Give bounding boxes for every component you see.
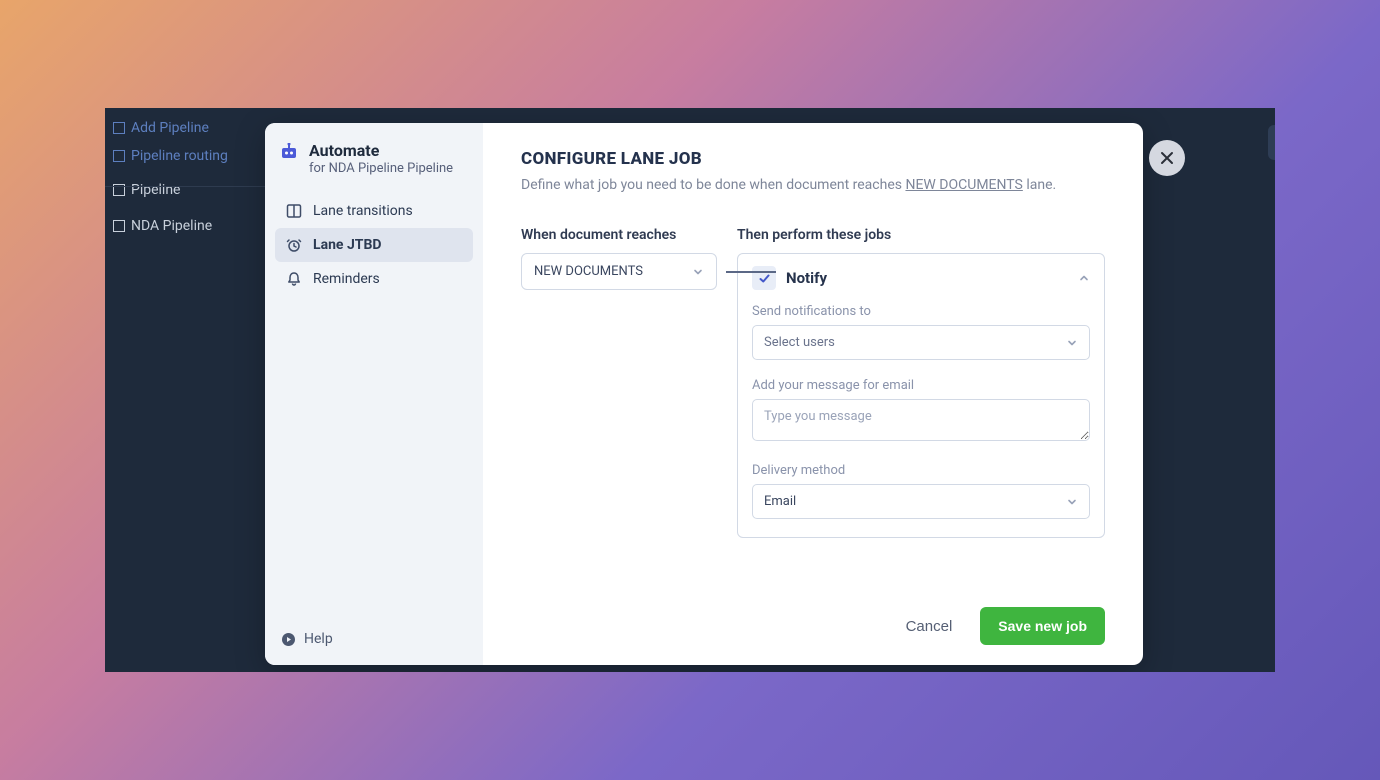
bg-add-pipeline: Add Pipeline: [109, 114, 255, 142]
delivery-method-value: Email: [764, 494, 796, 509]
nav-lane-jtbd-label: Lane JTBD: [313, 237, 381, 253]
bg-sidebar-item-pipeline-label: Pipeline: [131, 182, 181, 198]
automate-header: Automate for NDA Pipeline Pipeline: [275, 141, 473, 176]
chevron-down-icon: [1066, 337, 1078, 349]
close-icon: [1160, 151, 1174, 165]
send-to-select[interactable]: Select users: [752, 325, 1090, 360]
lane-select[interactable]: NEW DOCUMENTS: [521, 253, 717, 290]
help-link-label: Help: [304, 631, 333, 647]
modal-footer: Cancel Save new job: [521, 577, 1105, 645]
send-to-placeholder: Select users: [764, 335, 835, 350]
nav-lane-transitions[interactable]: Lane transitions: [275, 194, 473, 228]
routing-icon: [113, 150, 125, 162]
chevron-down-icon: [1066, 496, 1078, 508]
when-column: When document reaches NEW DOCUMENTS: [521, 227, 717, 290]
message-label: Add your message for email: [752, 378, 1090, 393]
lane-select-value: NEW DOCUMENTS: [534, 264, 643, 279]
plus-icon: [113, 122, 125, 134]
bg-sidebar-item-nda: NDA Pipeline: [109, 210, 255, 242]
job-header[interactable]: Notify: [752, 266, 1090, 290]
nav-reminders-label: Reminders: [313, 271, 380, 287]
cancel-button[interactable]: Cancel: [900, 610, 959, 643]
page-title: CONFIGURE LANE JOB: [521, 149, 1105, 169]
automate-title: Automate: [309, 141, 453, 160]
bg-add-pipeline-label: Add Pipeline: [131, 120, 209, 136]
automate-subtitle: for NDA Pipeline Pipeline: [309, 161, 453, 176]
folder-icon: [113, 220, 125, 232]
bg-chip-1: 0: [1268, 125, 1275, 160]
bell-icon: [285, 271, 303, 287]
modal-sidebar: Automate for NDA Pipeline Pipeline Lane …: [265, 123, 483, 665]
chevron-up-icon: [1078, 272, 1090, 284]
send-to-label: Send notifications to: [752, 304, 1090, 319]
bg-divider: [105, 186, 265, 187]
check-icon: [752, 266, 776, 290]
then-label: Then perform these jobs: [737, 227, 1105, 243]
background-app-window: Add Pipeline Pipeline routing Pipeline N…: [105, 108, 1275, 672]
bg-pipeline-routing: Pipeline routing: [109, 142, 255, 170]
help-link[interactable]: Help: [275, 627, 473, 651]
close-button[interactable]: [1149, 140, 1185, 176]
configure-lane-job-modal: Automate for NDA Pipeline Pipeline Lane …: [265, 123, 1143, 665]
columns-icon: [285, 203, 303, 219]
bg-sidebar-item-nda-label: NDA Pipeline: [131, 218, 212, 234]
play-circle-icon: [281, 632, 296, 647]
job-title: Notify: [786, 269, 827, 287]
modal-content: CONFIGURE LANE JOB Define what job you n…: [483, 123, 1143, 665]
nav-lane-jtbd[interactable]: Lane JTBD: [275, 228, 473, 262]
save-new-job-button[interactable]: Save new job: [980, 607, 1105, 645]
then-column: Then perform these jobs Notify: [737, 227, 1105, 538]
connector-line: [726, 271, 776, 273]
bg-pipeline-routing-label: Pipeline routing: [131, 148, 228, 164]
nav-reminders[interactable]: Reminders: [275, 262, 473, 296]
chevron-down-icon: [692, 266, 704, 278]
bg-sidebar-item-pipeline: Pipeline: [109, 174, 255, 206]
when-label: When document reaches: [521, 227, 717, 243]
subtitle-lane-ref: NEW DOCUMENTS: [905, 177, 1022, 193]
alarm-clock-icon: [285, 237, 303, 253]
subtitle-prefix: Define what job you need to be done when…: [521, 177, 905, 193]
nav-lane-transitions-label: Lane transitions: [313, 203, 413, 219]
background-sidebar: Add Pipeline Pipeline routing Pipeline N…: [105, 108, 255, 672]
subtitle-suffix: lane.: [1023, 177, 1056, 193]
bg-right-buttons: 0 CL: [1268, 125, 1275, 160]
job-card-notify: Notify Send notifications to Select user…: [737, 253, 1105, 538]
delivery-method-select[interactable]: Email: [752, 484, 1090, 519]
page-subtitle: Define what job you need to be done when…: [521, 177, 1105, 193]
delivery-label: Delivery method: [752, 463, 1090, 478]
robot-icon: [279, 143, 299, 176]
message-textarea[interactable]: [752, 399, 1090, 441]
